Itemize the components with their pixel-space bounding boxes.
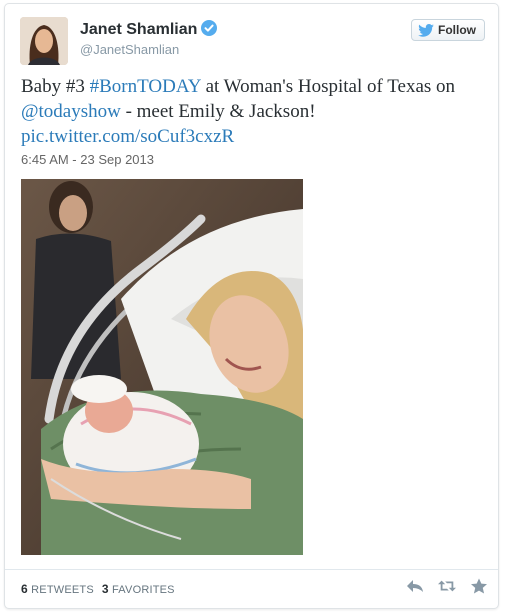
tweet-text-run: Baby #3 [21,76,90,97]
retweets-label: RETWEETS [31,584,94,596]
display-name-text[interactable]: Janet Shamlian [80,21,197,38]
tweet-card: Janet Shamlian @JanetShamlian Follow Bab… [4,3,499,609]
tweet-actions [406,578,488,594]
reply-icon[interactable] [406,578,424,594]
favorites-stat[interactable]: 3 FAVORITES [101,582,175,596]
favorites-count: 3 [101,582,109,596]
tweet-text-run: at Woman's Hospital of Texas on [200,76,456,97]
retweets-count: 6 [21,582,28,596]
verified-badge-icon [201,20,218,36]
star-icon[interactable] [470,578,488,594]
follow-button-label: Follow [438,23,476,37]
favorites-label: FAVORITES [112,584,175,596]
tweet-link[interactable]: @todayshow [21,101,121,122]
tweet-link[interactable]: pic.twitter.com/soCuf3cxzR [21,126,234,147]
tweet-stats: 6 RETWEETS 3 FAVORITES [21,582,175,596]
twitter-bird-icon [418,23,434,37]
user-handle[interactable]: @JanetShamlian [80,42,179,57]
follow-button[interactable]: Follow [411,19,485,41]
retweet-icon[interactable] [438,578,456,594]
display-name[interactable]: Janet Shamlian [80,20,218,39]
tweet-photo[interactable] [21,179,303,555]
tweet-timestamp[interactable]: 6:45 AM - 23 Sep 2013 [21,152,154,167]
tweet-text: Baby #3 #BornTODAY at Woman's Hospital o… [21,74,487,149]
retweets-stat[interactable]: 6 RETWEETS [21,582,94,596]
tweet-link[interactable]: #BornTODAY [90,76,201,97]
footer-divider [5,569,498,570]
tweet-text-run: - meet Emily & Jackson! [120,101,316,122]
avatar[interactable] [20,17,68,65]
